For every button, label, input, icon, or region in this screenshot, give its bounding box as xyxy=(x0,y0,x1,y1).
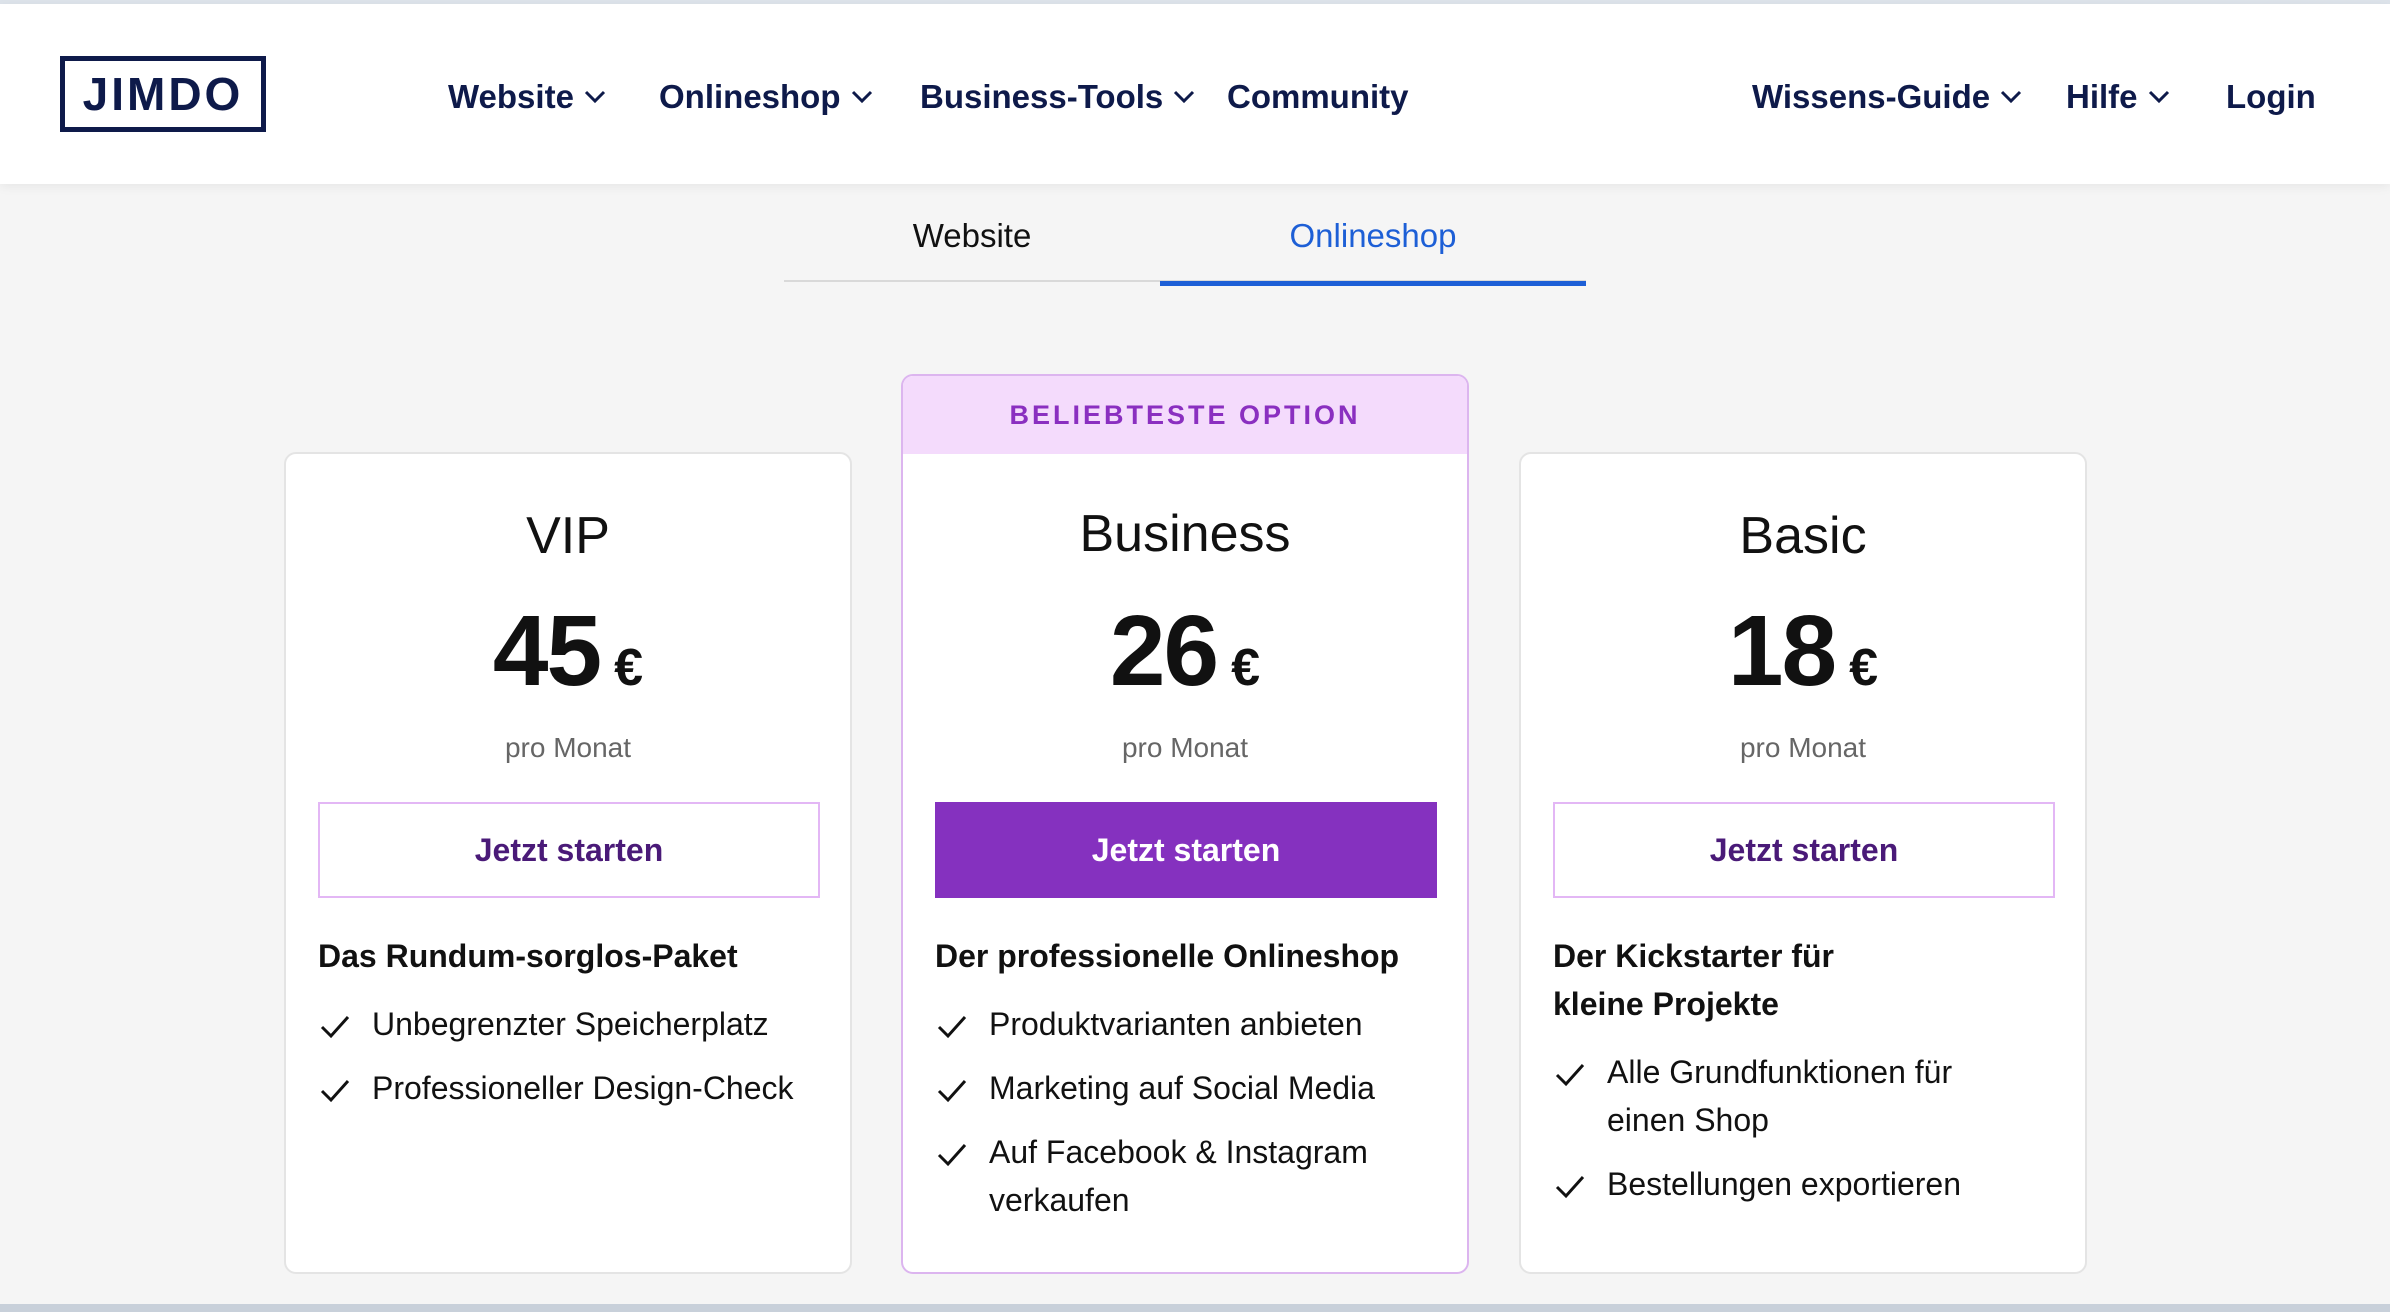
nav-wissens-guide[interactable]: Wissens-Guide xyxy=(1752,72,2022,122)
popular-badge: BELIEBTESTE OPTION xyxy=(903,376,1467,454)
pricing-card-vip: VIP 45 € pro Monat Jetzt starten Das Run… xyxy=(284,452,852,1274)
check-icon xyxy=(320,1015,350,1039)
nav-business-tools[interactable]: Business-Tools xyxy=(920,72,1195,122)
feature-text: Auf Facebook & Instagram verkaufen xyxy=(989,1134,1368,1218)
feature-list: Unbegrenzter Speicherplatz Professionell… xyxy=(318,1000,838,1128)
chevron-down-icon xyxy=(2001,90,2022,104)
check-icon xyxy=(937,1079,967,1103)
plan-name: Business xyxy=(1079,505,1291,563)
price-currency: € xyxy=(1849,639,1879,697)
feature-item: Auf Facebook & Instagram verkaufen xyxy=(935,1128,1455,1224)
plan-price: 45 € xyxy=(286,594,850,709)
plan-tagline: Der Kickstarter für kleine Projekte xyxy=(1553,938,1834,1022)
tab-onlineshop[interactable]: Onlineshop xyxy=(1160,190,1586,286)
feature-text: Produktvarianten anbieten xyxy=(989,1006,1363,1042)
nav-community-label: Community xyxy=(1227,78,1409,115)
feature-text: Unbegrenzter Speicherplatz xyxy=(372,1006,769,1042)
tab-onlineshop-label: Onlineshop xyxy=(1289,217,1457,254)
plan-type-tabs: Website Onlineshop xyxy=(784,190,1586,286)
nav-website-label: Website xyxy=(448,78,574,115)
nav-login-label: Login xyxy=(2226,78,2316,115)
price-currency: € xyxy=(1231,639,1261,697)
feature-text: Alle Grundfunktionen für einen Shop xyxy=(1607,1054,1953,1138)
start-button-business[interactable]: Jetzt starten xyxy=(935,802,1437,898)
feature-list: Produktvarianten anbieten Marketing auf … xyxy=(935,1000,1455,1240)
chevron-down-icon xyxy=(2148,90,2169,104)
jimdo-logo[interactable]: JIMDO xyxy=(60,56,266,132)
plan-tagline: Das Rundum-sorglos-Paket xyxy=(318,938,738,974)
feature-text: Bestellungen exportieren xyxy=(1607,1166,1962,1202)
check-icon xyxy=(1555,1063,1585,1087)
price-period: pro Monat xyxy=(1121,732,1249,763)
feature-item: Marketing auf Social Media xyxy=(935,1064,1455,1112)
bottom-edge xyxy=(0,1304,2390,1312)
plan-name: VIP xyxy=(526,507,610,565)
start-button-basic[interactable]: Jetzt starten xyxy=(1553,802,2055,898)
price-period: pro Monat xyxy=(1739,732,1867,763)
start-button-vip[interactable]: Jetzt starten xyxy=(318,802,820,898)
check-icon xyxy=(937,1143,967,1167)
price-amount: 26 xyxy=(1109,595,1219,707)
price-currency: € xyxy=(614,639,644,697)
feature-item: Alle Grundfunktionen für einen Shop xyxy=(1553,1048,2023,1144)
feature-text: Professioneller Design-Check xyxy=(372,1070,794,1106)
plan-name: Basic xyxy=(1739,507,1867,565)
feature-item: Unbegrenzter Speicherplatz xyxy=(318,1000,838,1048)
chevron-down-icon xyxy=(851,90,872,104)
feature-text: Marketing auf Social Media xyxy=(989,1070,1375,1106)
check-icon xyxy=(320,1079,350,1103)
active-tab-indicator xyxy=(1160,281,1586,286)
pricing-card-business: BELIEBTESTE OPTION Business 26 € pro Mon… xyxy=(901,374,1469,1274)
feature-item: Produktvarianten anbieten xyxy=(935,1000,1455,1048)
pricing-card-basic: Basic 18 € pro Monat Jetzt starten Der K… xyxy=(1519,452,2087,1274)
plan-tagline: Der professionelle Onlineshop xyxy=(935,938,1400,974)
chevron-down-icon xyxy=(584,90,605,104)
chevron-down-icon xyxy=(1174,90,1195,104)
site-header: JIMDO Website Onlineshop Business-Tools … xyxy=(0,4,2390,184)
tab-website[interactable]: Website xyxy=(784,190,1160,282)
nav-hilfe[interactable]: Hilfe xyxy=(2066,72,2170,122)
nav-community[interactable]: Community xyxy=(1227,72,1409,122)
check-icon xyxy=(1555,1175,1585,1199)
feature-item: Professioneller Design-Check xyxy=(318,1064,838,1112)
price-amount: 45 xyxy=(492,595,602,707)
price-period: pro Monat xyxy=(504,732,632,763)
nav-website[interactable]: Website xyxy=(448,72,606,122)
nav-hilfe-label: Hilfe xyxy=(2066,78,2138,115)
feature-list: Alle Grundfunktionen für einen Shop Best… xyxy=(1553,1048,2073,1224)
plan-price: 26 € xyxy=(903,594,1467,709)
nav-login[interactable]: Login xyxy=(2226,72,2316,122)
check-icon xyxy=(937,1015,967,1039)
feature-item: Bestellungen exportieren xyxy=(1553,1160,2073,1208)
nav-wissens-guide-label: Wissens-Guide xyxy=(1752,78,1991,115)
nav-onlineshop[interactable]: Onlineshop xyxy=(659,72,873,122)
plan-price: 18 € xyxy=(1521,594,2085,709)
price-amount: 18 xyxy=(1727,595,1837,707)
nav-onlineshop-label: Onlineshop xyxy=(659,78,841,115)
nav-business-tools-label: Business-Tools xyxy=(920,78,1164,115)
tab-website-label: Website xyxy=(912,217,1032,254)
